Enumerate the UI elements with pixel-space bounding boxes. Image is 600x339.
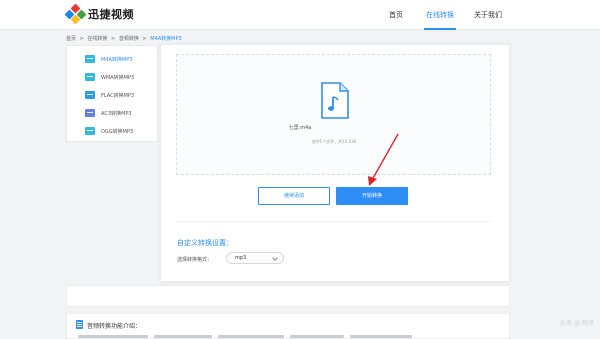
breadcrumb-separator: > [142,36,147,42]
breadcrumb-home[interactable]: 首页 [66,36,76,42]
file-name: 七里.m4a [288,125,312,131]
continue-add-button[interactable]: 继续添加 [258,187,330,205]
sidebar-item-flac-to-mp3[interactable]: FLAC转换MP3 [67,86,159,105]
logo-icon[interactable] [64,3,87,25]
breadcrumb-separator: > [79,36,84,42]
document-icon [76,320,83,329]
format-select-value: mp3 [235,255,247,261]
sidebar-item-label: AC3转换MP3 [101,111,132,117]
sidebar-item-wma-to-mp3[interactable]: WMA转换MP3 [67,68,159,87]
audio-file-icon [85,55,95,63]
intro-text-cutoff [78,334,498,339]
audio-file-icon [85,91,95,99]
sidebar-item-label: FLAC转换MP3 [101,93,135,99]
breadcrumb: 首页 > 在线转换 > 音频转换 > M4A转换MP3 [66,35,184,42]
audio-file-icon [85,73,95,81]
nav-home[interactable]: 首页 [389,0,403,30]
top-header: 迅捷视频 首页 在线转换 关于我们 [0,0,600,30]
audio-file-icon [85,127,95,135]
breadcrumb-audio-convert[interactable]: 音频转换 [119,36,139,42]
divider [176,221,491,222]
sidebar: M4A转换MP3 WMA转换MP3 FLAC转换MP3 AC3转换MP3 OGG… [66,45,158,142]
watermark: 头条 @ 阿迅 [560,320,594,327]
breadcrumb-separator: > [111,36,116,42]
audio-file-icon [85,109,95,117]
sidebar-item-label: OGG转换MP3 [101,129,134,135]
music-file-icon [321,82,349,119]
format-select[interactable]: mp3 [226,252,284,264]
content-block [66,285,510,307]
sidebar-item-label: WMA转换MP3 [101,75,135,81]
nav-about-us[interactable]: 关于我们 [474,0,502,30]
sidebar-item-m4a-to-mp3[interactable]: M4A转换MP3 [67,50,159,69]
start-convert-button[interactable]: 开始转换 [336,187,408,205]
breadcrumb-current: M4A转换MP3 [150,36,182,42]
breadcrumb-online-convert[interactable]: 在线转换 [87,36,107,42]
logo-text[interactable]: 迅捷视频 [88,6,134,22]
nav-online-convert[interactable]: 在线转换 [424,0,456,30]
chevron-down-icon [272,255,278,261]
intro-title: 音频转换功能介绍： [87,323,142,330]
sidebar-item-ogg-to-mp3[interactable]: OGG转换MP3 [67,122,159,141]
custom-settings-title: 自定义转换设置： [177,239,233,247]
sidebar-item-ac3-to-mp3[interactable]: AC3转换MP3 [67,104,159,123]
format-label: 选择转换格式： [177,257,213,263]
sidebar-item-label: M4A转换MP3 [101,57,133,63]
file-summary: 选中1个文件，共15.03K [311,139,357,144]
